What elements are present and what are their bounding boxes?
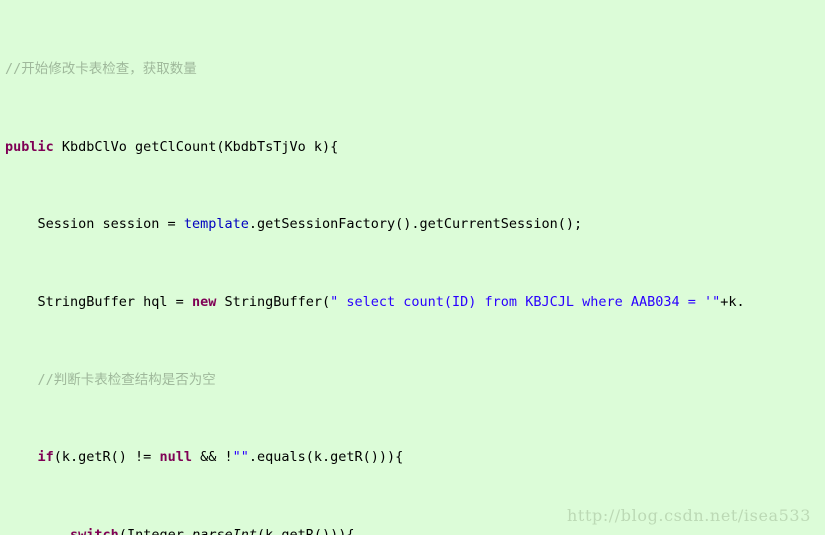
method-parseint: parseInt: [191, 526, 257, 535]
code-line[interactable]: Session session = template.getSessionFac…: [0, 215, 825, 234]
code-content[interactable]: //开始修改卡表检查，获取数量 public KbdbClVo getClCou…: [0, 0, 825, 535]
watermark-url: http://blog.csdn.net/isea533: [567, 505, 811, 525]
keyword-null: null: [159, 449, 192, 466]
code-editor[interactable]: //开始修改卡表检查，获取数量 public KbdbClVo getClCou…: [0, 0, 825, 535]
sql-string: " select count(ID) from KBJCJL where AAB…: [330, 294, 721, 311]
comment-text: //判断卡表检查结构是否为空: [5, 371, 216, 388]
code-line[interactable]: public KbdbClVo getClCount(KbdbTsTjVo k)…: [0, 138, 825, 157]
keyword-if: if: [37, 449, 54, 466]
code-line[interactable]: //判断卡表检查结构是否为空: [0, 371, 825, 390]
field-template: template: [183, 216, 249, 233]
code-line[interactable]: if(k.getR() != null && !"".equals(k.getR…: [0, 448, 825, 467]
code-line[interactable]: switch(Integer.parseInt(k.getR())){: [0, 526, 825, 535]
code-line[interactable]: //开始修改卡表检查，获取数量: [0, 60, 825, 79]
keyword-public: public: [5, 138, 54, 155]
keyword-new: new: [191, 294, 217, 311]
keyword-switch: switch: [70, 526, 119, 535]
comment-text: //开始修改卡表检查，获取数量: [5, 61, 197, 78]
code-line[interactable]: StringBuffer hql = new StringBuffer(" se…: [0, 293, 825, 312]
